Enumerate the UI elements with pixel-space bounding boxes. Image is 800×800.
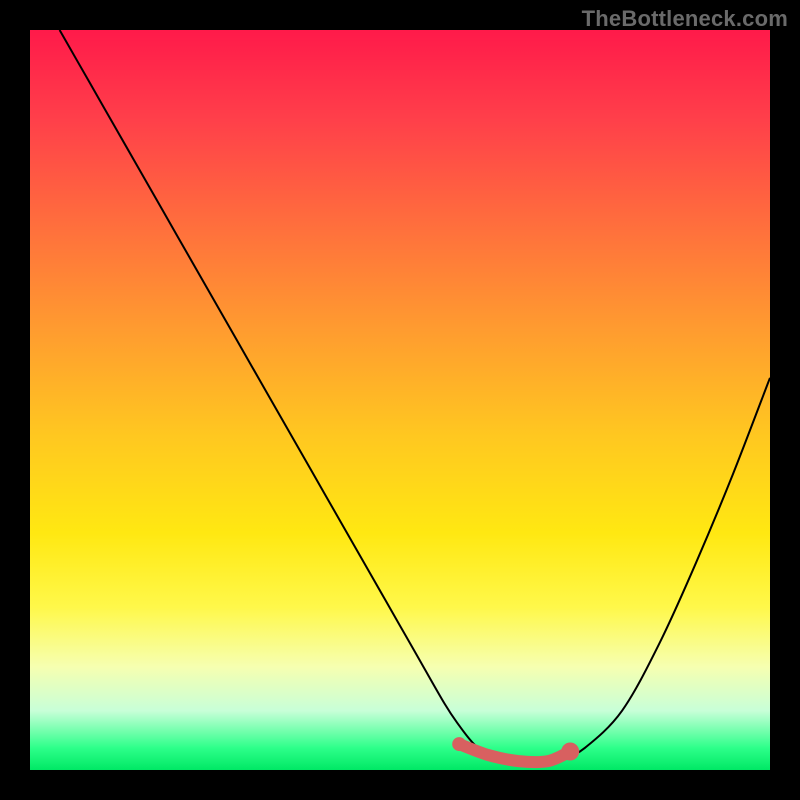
optimal-zone-line: [459, 744, 570, 762]
optimal-zone-dot-left: [452, 737, 466, 751]
watermark-text: TheBottleneck.com: [582, 6, 788, 32]
chart-svg: [30, 30, 770, 770]
chart-container: TheBottleneck.com: [0, 0, 800, 800]
bottleneck-curve: [60, 30, 770, 763]
optimal-zone-dot-right: [561, 743, 579, 761]
plot-area: [30, 30, 770, 770]
